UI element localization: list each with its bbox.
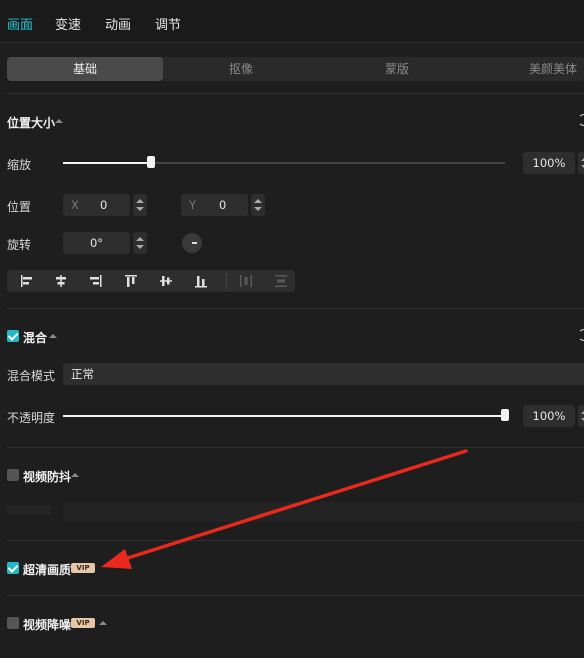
opacity-stepper[interactable] (578, 405, 584, 427)
sub-tab-bar: 基础 抠像 蒙版 美颜美体 (7, 57, 584, 81)
scale-slider-fill (63, 162, 151, 164)
disabled-label-placeholder (7, 505, 51, 515)
align-right-icon[interactable] (81, 270, 111, 292)
scale-slider-thumb[interactable] (147, 156, 155, 168)
tab-speed[interactable]: 变速 (55, 14, 81, 33)
align-center-h-icon[interactable] (46, 270, 76, 292)
rotate-value-field[interactable]: 0° (63, 232, 130, 254)
align-top-icon[interactable] (116, 270, 146, 292)
rotate-label: 旋转 (7, 238, 32, 252)
divider (7, 540, 584, 541)
section-title-hd: 超清画质 (23, 563, 72, 577)
tab-picture[interactable]: 画面 (7, 14, 33, 33)
scale-label: 缩放 (7, 158, 32, 172)
denoise-checkbox[interactable] (7, 617, 19, 629)
opacity-slider-thumb[interactable] (501, 409, 509, 421)
position-x-field[interactable]: X 0 (63, 194, 130, 216)
y-axis-label: Y (189, 198, 197, 212)
align-toolbar (7, 270, 295, 292)
divider (7, 447, 584, 448)
section-title-blend: 混合 (23, 331, 48, 345)
collapse-caret-icon[interactable] (71, 473, 79, 477)
collapse-caret-icon[interactable] (49, 334, 57, 338)
opacity-label: 不透明度 (7, 411, 56, 425)
rotate-stepper[interactable] (133, 232, 147, 254)
vip-badge: VIP (71, 618, 95, 628)
position-y-field[interactable]: Y 0 (181, 194, 248, 216)
subtab-chroma-key[interactable]: 抠像 (163, 57, 319, 81)
align-center-v-icon[interactable] (151, 270, 181, 292)
reset-icon[interactable] (578, 329, 584, 341)
position-label: 位置 (7, 200, 32, 214)
blend-checkbox[interactable] (7, 330, 19, 342)
top-tab-bar: 画面 变速 动画 调节 (0, 0, 584, 43)
subtab-beauty[interactable]: 美颜美体 (475, 57, 584, 81)
tab-adjust[interactable]: 调节 (155, 14, 181, 33)
opacity-value-field[interactable]: 100% (523, 405, 575, 427)
vip-badge: VIP (71, 563, 95, 573)
position-y-stepper[interactable] (251, 194, 265, 216)
rotate-dial-icon[interactable] (182, 233, 202, 253)
divider (7, 308, 584, 309)
section-title-denoise: 视频降噪 (23, 618, 72, 632)
hd-checkbox[interactable] (7, 562, 19, 574)
scale-value-field[interactable]: 100% (523, 152, 575, 174)
y-value: 0 (219, 198, 227, 212)
divider (7, 93, 584, 94)
distribute-h-icon[interactable] (231, 270, 261, 292)
opacity-slider-fill (63, 415, 505, 417)
scale-stepper[interactable] (578, 152, 584, 174)
x-value: 0 (100, 198, 108, 212)
distribute-v-icon[interactable] (266, 270, 296, 292)
reset-icon[interactable] (578, 114, 584, 126)
align-separator (226, 273, 227, 289)
align-bottom-icon[interactable] (186, 270, 216, 292)
blend-mode-select[interactable]: 正常 (63, 363, 584, 385)
stabilize-checkbox[interactable] (7, 469, 19, 481)
divider (7, 595, 584, 596)
position-x-stepper[interactable] (133, 194, 147, 216)
section-title-stabilize: 视频防抖 (23, 470, 72, 484)
subtab-mask[interactable]: 蒙版 (319, 57, 475, 81)
subtab-basic[interactable]: 基础 (7, 57, 163, 81)
tab-animation[interactable]: 动画 (105, 14, 131, 33)
blend-mode-label: 混合模式 (7, 369, 56, 383)
annotation-arrow (101, 449, 468, 569)
collapse-caret-icon[interactable] (55, 119, 63, 123)
collapse-caret-icon[interactable] (99, 621, 107, 625)
align-left-icon[interactable] (11, 270, 41, 292)
section-title-position-size: 位置大小 (7, 116, 56, 130)
x-axis-label: X (71, 198, 79, 212)
stabilize-level-select (63, 502, 584, 522)
